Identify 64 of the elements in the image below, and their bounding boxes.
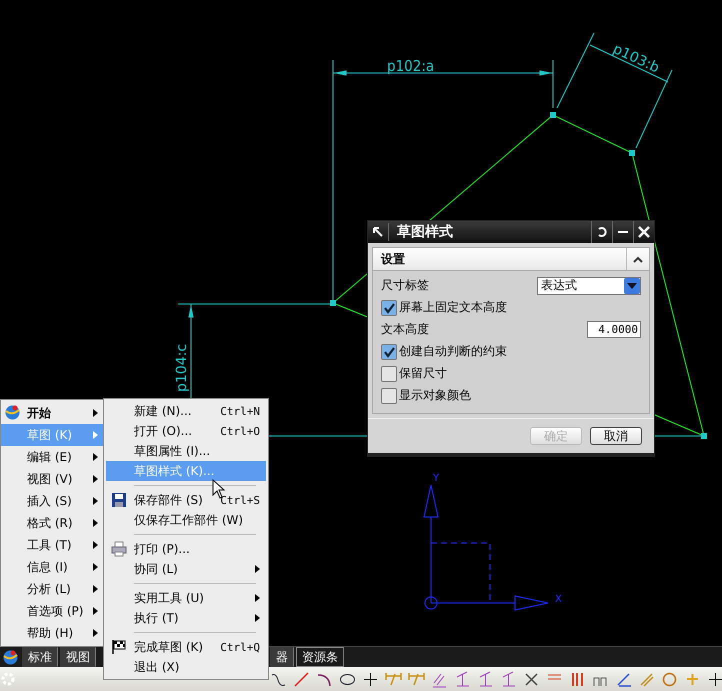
dimension: p104:c [174, 304, 330, 398]
perp-tool-icon[interactable] [500, 670, 517, 688]
globe-icon [4, 404, 21, 421]
line-tool-icon[interactable] [293, 670, 310, 688]
axis-label: Y [433, 473, 440, 484]
menu-item[interactable]: 实用工具 (U) [106, 588, 266, 608]
dialog-title: 草图样式 [388, 223, 591, 241]
checkbox[interactable]: 创建自动判断的约束 [381, 342, 641, 361]
toolbar-tab[interactable]: 器 [270, 647, 294, 667]
menu-item[interactable]: 格式 (R) [1, 512, 104, 534]
menu-item[interactable]: 首选项 (P) [1, 600, 104, 622]
submenu-arrow-icon [93, 519, 98, 527]
menu-item[interactable]: 打印 (P)... [106, 539, 266, 559]
submenu-arrow-icon [93, 629, 98, 637]
submenu-arrow-icon [93, 453, 98, 461]
submenu-arrow-icon [93, 475, 98, 483]
submenu-arrow-icon [93, 563, 98, 571]
toolbar-tab[interactable]: 资源条 [296, 647, 344, 667]
dimension-tool-icon[interactable] [408, 670, 425, 688]
submenu-arrow-icon [93, 541, 98, 549]
submenu-arrow-icon [93, 409, 98, 417]
point-tool-icon[interactable] [362, 670, 379, 688]
printer-icon [111, 541, 127, 557]
menu-item[interactable]: 完成草图 (K) Ctrl+Q [106, 637, 266, 657]
menu-item[interactable]: 帮助 (H) [1, 622, 104, 644]
menu-item[interactable]: 执行 (T) [106, 608, 266, 628]
input-field[interactable]: 4.0000 [587, 321, 641, 338]
delete-tool-icon[interactable] [523, 670, 540, 688]
menu-item[interactable]: 草图属性 (I)... [106, 441, 266, 461]
menu-item[interactable]: 协同 (L) [106, 559, 266, 579]
globe-logo-icon [2, 648, 18, 666]
point-tool-icon[interactable] [707, 670, 722, 688]
menu-item[interactable]: 保存部件 (S) Ctrl+S [106, 490, 266, 510]
menu-item[interactable]: 开始 [1, 402, 104, 424]
menu-item[interactable]: 仅保存工作部件 (W) [106, 510, 266, 530]
menu-item[interactable]: 信息 (I) [1, 556, 104, 578]
dimension-tool-icon[interactable] [385, 670, 402, 688]
submenu-arrow-icon [93, 431, 98, 439]
field-label: 尺寸标签 [381, 277, 429, 294]
submenu-arrow-icon [93, 585, 98, 593]
menu-item[interactable]: 新建 (N)... Ctrl+N [106, 401, 266, 421]
menu-item[interactable]: 退出 (X) [106, 657, 266, 677]
menu-item[interactable]: 工具 (T) [1, 534, 104, 556]
submenu-arrow-icon [93, 497, 98, 505]
axis-label: X [555, 594, 562, 605]
submenu-arrow-icon [93, 607, 98, 615]
menu-item[interactable]: 插入 (S) [1, 490, 104, 512]
checkbox[interactable]: 显示对象颜色 [381, 386, 641, 405]
menu-item[interactable]: 分析 (L) [1, 578, 104, 600]
checkered-flag-icon [111, 639, 127, 655]
section-header[interactable]: 设置 [373, 248, 649, 271]
bars-tool-icon[interactable] [569, 670, 586, 688]
dialog-button[interactable]: 取消 [590, 427, 642, 445]
toolbar-tab[interactable]: 视图 [60, 647, 96, 667]
menu-item[interactable]: 打开 (O)... Ctrl+O [106, 421, 266, 441]
toolbar-tab[interactable]: 标准 [22, 647, 58, 667]
dropdown[interactable]: 表达式 [537, 276, 641, 294]
checkbox[interactable]: 保留尺寸 [381, 364, 641, 383]
field-label: 文本高度 [381, 321, 429, 338]
perp-tool-icon[interactable] [477, 670, 494, 688]
menu-item[interactable]: 编辑 (E) [1, 446, 104, 468]
checkbox[interactable]: 屏幕上固定文本高度 [381, 298, 641, 317]
menu-item[interactable]: 视图 (V) [1, 468, 104, 490]
collapse-icon [633, 256, 643, 262]
